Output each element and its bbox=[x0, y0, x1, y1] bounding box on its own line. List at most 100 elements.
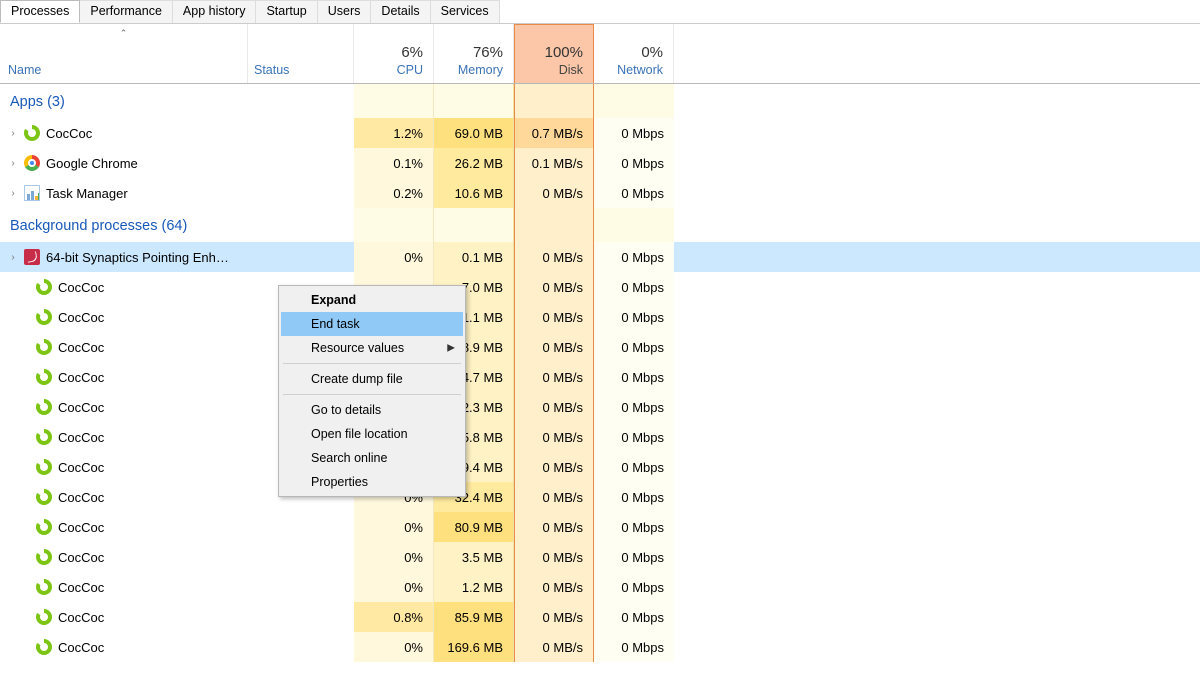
coccoc-icon bbox=[36, 459, 52, 475]
coccoc-icon bbox=[36, 639, 52, 655]
process-row[interactable]: CocCoc9.4 MB0 MB/s0 Mbps bbox=[0, 452, 1200, 482]
chrome-icon bbox=[24, 155, 40, 171]
process-row[interactable]: CocCoc0%1.2 MB0 MB/s0 Mbps bbox=[0, 572, 1200, 602]
tab-users[interactable]: Users bbox=[317, 0, 372, 23]
process-name: CocCoc bbox=[58, 310, 104, 325]
expand-chevron-icon[interactable]: › bbox=[8, 158, 18, 169]
process-row[interactable]: ›Google Chrome0.1%26.2 MB0.1 MB/s0 Mbps bbox=[0, 148, 1200, 178]
network-value: 0 Mbps bbox=[594, 118, 674, 148]
col-header-memory[interactable]: 76% Memory bbox=[434, 24, 514, 83]
col-label-name: Name bbox=[8, 63, 237, 77]
tab-performance[interactable]: Performance bbox=[79, 0, 173, 23]
coccoc-icon bbox=[36, 309, 52, 325]
col-header-status[interactable]: Status bbox=[248, 24, 354, 83]
process-name: CocCoc bbox=[58, 430, 104, 445]
memory-value: 10.6 MB bbox=[434, 178, 514, 208]
col-pct-disk: 100% bbox=[545, 44, 583, 61]
process-row[interactable]: CocCoc0%80.9 MB0 MB/s0 Mbps bbox=[0, 512, 1200, 542]
memory-value: 3.5 MB bbox=[434, 542, 514, 572]
menu-item-open-file-location[interactable]: Open file location bbox=[281, 422, 463, 446]
coccoc-icon bbox=[36, 429, 52, 445]
process-name: CocCoc bbox=[58, 610, 104, 625]
process-name: CocCoc bbox=[58, 340, 104, 355]
process-row[interactable]: ›64-bit Synaptics Pointing Enhan...0%0.1… bbox=[0, 242, 1200, 272]
process-row[interactable]: CocCoc1.1 MB0 MB/s0 Mbps bbox=[0, 302, 1200, 332]
col-header-disk[interactable]: 100% Disk bbox=[514, 24, 594, 83]
cpu-value: 0.8% bbox=[354, 602, 434, 632]
coccoc-icon bbox=[24, 125, 40, 141]
col-header-name[interactable]: ⌃ Name bbox=[0, 24, 248, 83]
process-row[interactable]: CocCoc0%32.4 MB0 MB/s0 Mbps bbox=[0, 482, 1200, 512]
network-value: 0 Mbps bbox=[594, 632, 674, 662]
process-row[interactable]: CocCoc4.7 MB0 MB/s0 Mbps bbox=[0, 362, 1200, 392]
process-row[interactable]: CocCoc8.9 MB0 MB/s0 Mbps bbox=[0, 332, 1200, 362]
menu-item-expand[interactable]: Expand bbox=[281, 288, 463, 312]
network-value: 0 Mbps bbox=[594, 482, 674, 512]
syn-icon bbox=[24, 249, 40, 265]
cpu-value: 0% bbox=[354, 512, 434, 542]
menu-item-go-to-details[interactable]: Go to details bbox=[281, 398, 463, 422]
col-label-memory: Memory bbox=[458, 63, 503, 77]
col-label-network: Network bbox=[617, 63, 663, 77]
network-value: 0 Mbps bbox=[594, 362, 674, 392]
process-name: CocCoc bbox=[58, 460, 104, 475]
menu-separator bbox=[283, 363, 461, 364]
tab-startup[interactable]: Startup bbox=[255, 0, 317, 23]
coccoc-icon bbox=[36, 369, 52, 385]
expand-chevron-icon[interactable]: › bbox=[8, 188, 18, 199]
disk-value: 0 MB/s bbox=[514, 332, 594, 362]
grid-body: Apps (3)›CocCoc1.2%69.0 MB0.7 MB/s0 Mbps… bbox=[0, 84, 1200, 662]
cpu-value: 0% bbox=[354, 542, 434, 572]
network-value: 0 Mbps bbox=[594, 422, 674, 452]
coccoc-icon bbox=[36, 609, 52, 625]
context-menu: ExpandEnd taskResource values▶ Create dum… bbox=[278, 285, 466, 497]
process-name: CocCoc bbox=[58, 280, 104, 295]
disk-value: 0 MB/s bbox=[514, 572, 594, 602]
submenu-arrow-icon: ▶ bbox=[447, 343, 455, 354]
tab-app-history[interactable]: App history bbox=[172, 0, 257, 23]
network-value: 0 Mbps bbox=[594, 392, 674, 422]
cpu-value: 0% bbox=[354, 572, 434, 602]
expand-chevron-icon[interactable]: › bbox=[8, 128, 18, 139]
network-value: 0 Mbps bbox=[594, 272, 674, 302]
process-row[interactable]: CocCoc7.0 MB0 MB/s0 Mbps bbox=[0, 272, 1200, 302]
process-row[interactable]: ›Task Manager0.2%10.6 MB0 MB/s0 Mbps bbox=[0, 178, 1200, 208]
coccoc-icon bbox=[36, 519, 52, 535]
expand-chevron-icon[interactable]: › bbox=[8, 252, 18, 263]
disk-value: 0 MB/s bbox=[514, 422, 594, 452]
menu-item-resource-values[interactable]: Resource values▶ bbox=[281, 336, 463, 360]
disk-value: 0 MB/s bbox=[514, 482, 594, 512]
disk-value: 0 MB/s bbox=[514, 362, 594, 392]
tab-details[interactable]: Details bbox=[370, 0, 430, 23]
network-value: 0 Mbps bbox=[594, 512, 674, 542]
process-row[interactable]: CocCoc0.8%85.9 MB0 MB/s0 Mbps bbox=[0, 602, 1200, 632]
process-grid: ⌃ Name Status 6% CPU 76% Memory 100% Dis… bbox=[0, 24, 1200, 662]
process-name: CocCoc bbox=[58, 640, 104, 655]
tab-processes[interactable]: Processes bbox=[0, 0, 80, 23]
process-name: CocCoc bbox=[46, 126, 92, 141]
menu-item-search-online[interactable]: Search online bbox=[281, 446, 463, 470]
cpu-value: 0% bbox=[354, 632, 434, 662]
menu-item-create-dump-file[interactable]: Create dump file bbox=[281, 367, 463, 391]
process-row[interactable]: CocCoc0%3.5 MB0 MB/s0 Mbps bbox=[0, 542, 1200, 572]
network-value: 0 Mbps bbox=[594, 572, 674, 602]
memory-value: 80.9 MB bbox=[434, 512, 514, 542]
sort-caret-icon: ⌃ bbox=[120, 28, 128, 39]
coccoc-icon bbox=[36, 489, 52, 505]
network-value: 0 Mbps bbox=[594, 148, 674, 178]
tab-services[interactable]: Services bbox=[430, 0, 500, 23]
process-row[interactable]: CocCoc2.3 MB0 MB/s0 Mbps bbox=[0, 392, 1200, 422]
disk-value: 0 MB/s bbox=[514, 302, 594, 332]
process-row[interactable]: CocCoc5.8 MB0 MB/s0 Mbps bbox=[0, 422, 1200, 452]
col-header-cpu[interactable]: 6% CPU bbox=[354, 24, 434, 83]
col-header-network[interactable]: 0% Network bbox=[594, 24, 674, 83]
menu-item-end-task[interactable]: End task bbox=[281, 312, 463, 336]
cpu-value: 0% bbox=[354, 242, 434, 272]
process-row[interactable]: ›CocCoc1.2%69.0 MB0.7 MB/s0 Mbps bbox=[0, 118, 1200, 148]
memory-value: 69.0 MB bbox=[434, 118, 514, 148]
disk-value: 0 MB/s bbox=[514, 178, 594, 208]
process-row[interactable]: CocCoc0%169.6 MB0 MB/s0 Mbps bbox=[0, 632, 1200, 662]
network-value: 0 Mbps bbox=[594, 602, 674, 632]
coccoc-icon bbox=[36, 399, 52, 415]
menu-item-properties[interactable]: Properties bbox=[281, 470, 463, 494]
